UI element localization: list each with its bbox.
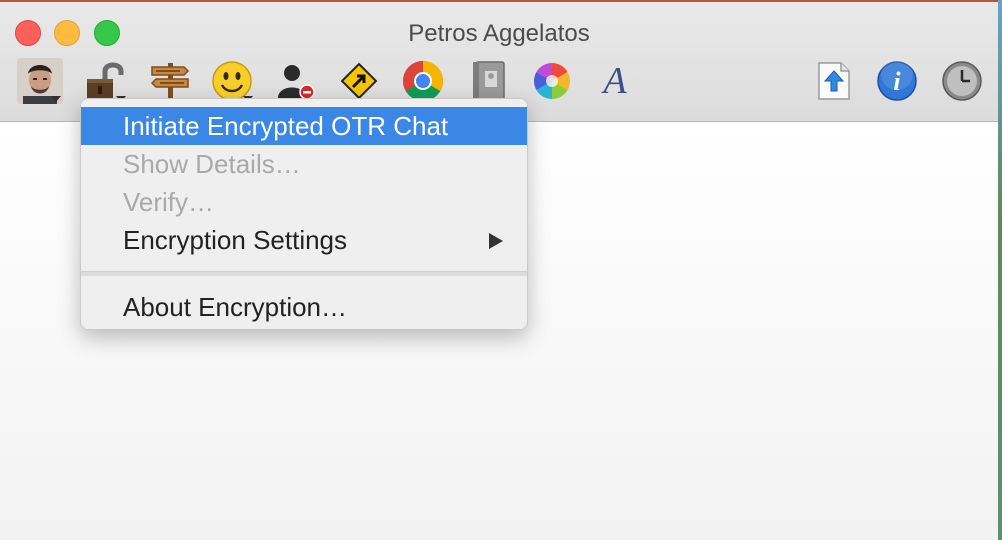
color-wheel-icon: [533, 62, 571, 100]
info-glyph: i: [893, 67, 901, 96]
signpost-icon: [150, 63, 190, 101]
menu-item-label: About Encryption…: [123, 292, 348, 322]
menu-item-label: Initiate Encrypted OTR Chat: [123, 111, 449, 141]
encryption-menu: Initiate Encrypted OTR Chat Show Details…: [80, 98, 528, 330]
avatar-menu-caret: [51, 96, 61, 102]
block-contact-icon: [278, 65, 315, 100]
menu-item-label: Show Details…: [123, 149, 301, 179]
menu-item-verify: Verify…: [81, 183, 527, 221]
font-button[interactable]: A: [590, 56, 640, 106]
menu-separator: [81, 271, 527, 276]
menu-item-encryption-settings[interactable]: Encryption Settings: [81, 221, 527, 259]
avatar-button[interactable]: [15, 56, 65, 106]
color-wheel-button[interactable]: [527, 56, 577, 106]
send-file-icon: [340, 62, 378, 100]
info-button[interactable]: i: [872, 56, 922, 106]
chrome-icon: [403, 61, 443, 101]
clock-icon: [942, 61, 982, 101]
upload-file-button[interactable]: [808, 56, 858, 106]
menu-item-about-encryption[interactable]: About Encryption…: [81, 288, 527, 326]
window-title: Petros Aggelatos: [408, 20, 590, 47]
menu-item-show-details: Show Details…: [81, 145, 527, 183]
info-icon: i: [877, 60, 917, 101]
upload-file-icon: [818, 62, 850, 100]
menu-item-initiate-otr-chat[interactable]: Initiate Encrypted OTR Chat: [81, 107, 527, 145]
submenu-arrow-icon: [489, 233, 503, 249]
menu-item-label: Encryption Settings: [123, 225, 348, 255]
font-icon: A: [603, 60, 627, 102]
menu-item-label: Verify…: [123, 187, 215, 217]
address-book-icon: [473, 61, 505, 101]
history-button[interactable]: [937, 56, 987, 106]
desktop-background: [998, 0, 1002, 540]
